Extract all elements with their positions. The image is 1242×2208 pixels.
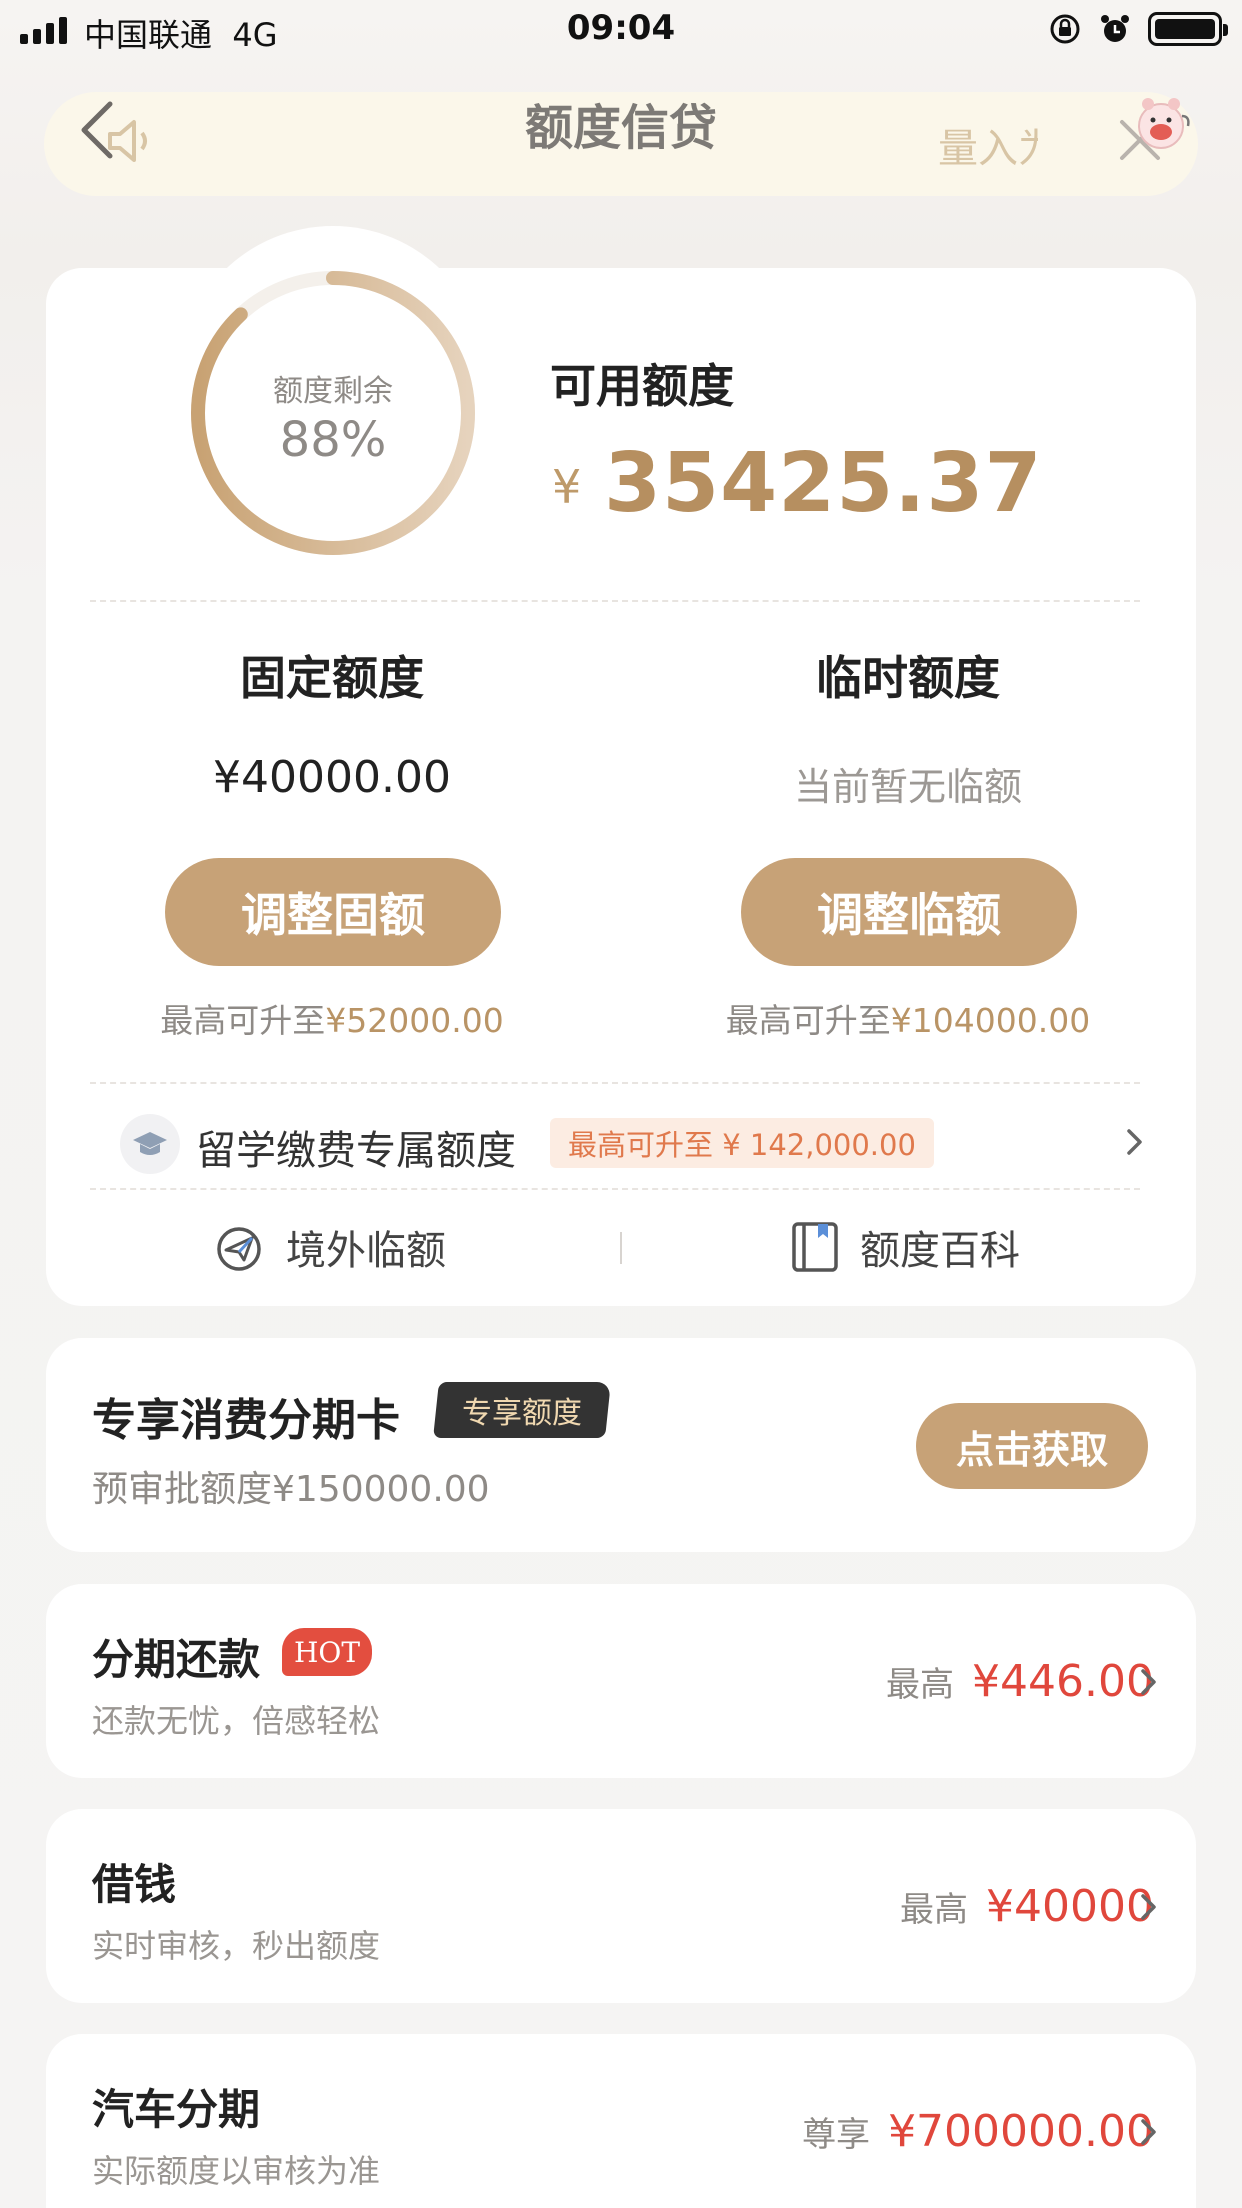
adjust-temporary-button[interactable]: 调整临额 — [741, 858, 1077, 966]
rotation-lock-icon — [1050, 14, 1080, 44]
service-title: 借钱 — [92, 1860, 177, 1909]
page-title: 额度信贷 — [524, 100, 717, 156]
fixed-max-note: 最高可升至¥52000.00 — [52, 994, 612, 1042]
book-icon — [792, 1222, 838, 1272]
available-amount: 35425.37 — [604, 436, 1043, 531]
service-subtitle: 实际额度以审核为准 — [92, 2152, 381, 2190]
temporary-note-prefix: 最高可升至 — [725, 1001, 891, 1040]
status-icons — [1048, 12, 1228, 46]
service-amount: ¥446.00 — [972, 1656, 1154, 1707]
chevron-right-icon[interactable] — [1138, 2114, 1160, 2150]
available-currency: ¥ — [552, 460, 582, 514]
service-amount-group: 尊享 ¥700000.00 — [802, 2106, 1154, 2157]
encyclopedia-link[interactable]: 额度百科 — [790, 1218, 1020, 1276]
encyclopedia-label: 额度百科 — [860, 1228, 1020, 1274]
temporary-title: 临时额度 — [816, 651, 1000, 705]
ring-label: 额度剩余 — [273, 374, 393, 409]
alarm-icon — [1101, 15, 1129, 42]
temporary-max-note: 最高可升至¥104000.00 — [628, 994, 1188, 1042]
temporary-note-amount: ¥104000.00 — [890, 1001, 1091, 1040]
exclusive-badge-text: 专享额度 — [462, 1396, 582, 1431]
service-title: 分期还款 — [92, 1635, 261, 1684]
available-label: 可用额度 — [550, 359, 734, 413]
temporary-amount: 当前暂无临额 — [793, 765, 1022, 809]
chevron-right-icon[interactable] — [1138, 1889, 1160, 1925]
service-amount-group: 最高 ¥40000 — [900, 1881, 1154, 1932]
graduation-cap-icon — [120, 1114, 180, 1174]
ring-percent: 88% — [279, 412, 387, 468]
fixed-amount: ¥40000.00 — [213, 752, 451, 803]
fixed-note-prefix: 最高可升至 — [160, 1001, 326, 1040]
plane-globe-icon — [217, 1227, 261, 1271]
status-bar: 中国联通 4G 09:04 — [0, 0, 1242, 62]
fixed-title: 固定额度 — [240, 651, 424, 705]
study-abroad-label[interactable]: 留学缴费专属额度 — [196, 1118, 516, 1176]
service-prefix: 最高 — [900, 1890, 969, 1930]
divider — [90, 600, 1140, 602]
service-subtitle: 还款无忧，倍感轻松 — [92, 1702, 381, 1740]
installment-card-subtitle: 预审批额度¥150000.00 — [92, 1469, 490, 1510]
mascot-icon[interactable] — [1130, 94, 1192, 154]
adjust-fixed-button[interactable]: 调整固额 — [165, 858, 501, 966]
link-separator — [620, 1232, 622, 1264]
overseas-link[interactable]: 境外临额 — [212, 1218, 446, 1276]
service-amount-group: 最高 ¥446.00 — [886, 1656, 1154, 1707]
service-subtitle: 实时审核，秒出额度 — [92, 1927, 381, 1965]
divider — [90, 1188, 1140, 1190]
battery-icon — [1148, 12, 1228, 46]
service-prefix: 尊享 — [802, 2115, 871, 2155]
exclusive-badge: 专享额度 — [433, 1382, 611, 1438]
speaker-icon — [108, 120, 147, 162]
service-prefix: 最高 — [886, 1665, 955, 1705]
fixed-note-amount: ¥52000.00 — [325, 1001, 504, 1040]
overseas-label: 境外临额 — [286, 1228, 446, 1274]
hot-badge: HOT — [282, 1628, 372, 1676]
service-amount: ¥700000.00 — [888, 2106, 1154, 2157]
chevron-right-icon[interactable] — [1138, 1664, 1160, 1700]
service-amount: ¥40000 — [986, 1881, 1154, 1932]
divider — [90, 1082, 1140, 1084]
chevron-right-icon[interactable] — [1124, 1124, 1146, 1160]
get-card-button[interactable]: 点击获取 — [916, 1403, 1148, 1489]
page: 中国联通 4G 09:04 额度信贷 量入为 — [0, 0, 1242, 2208]
study-abroad-tag: 最高可升至 ¥ 142,000.00 — [550, 1118, 934, 1168]
service-title: 汽车分期 — [92, 2085, 261, 2134]
installment-card-title: 专享消费分期卡 — [92, 1395, 400, 1446]
notice-marquee: 量入为 — [938, 126, 1038, 172]
